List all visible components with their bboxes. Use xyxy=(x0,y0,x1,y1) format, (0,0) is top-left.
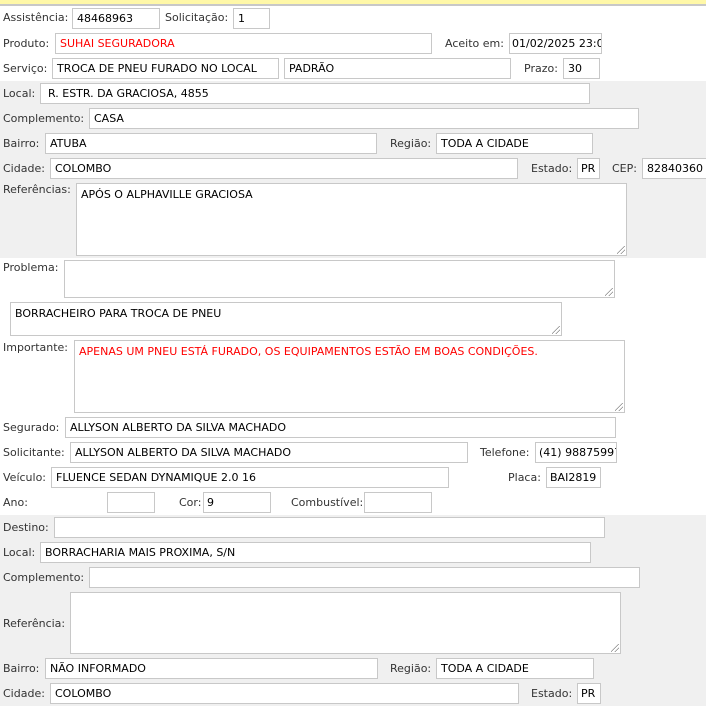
importante-text: APENAS UM PNEU ESTÁ FURADO, OS EQUIPAMEN… xyxy=(79,345,538,358)
servico-tipo-field[interactable]: PADRÃO xyxy=(284,58,511,79)
segurado-label: Segurado: xyxy=(3,421,60,434)
destino-cidade-field[interactable]: COLOMBO xyxy=(50,683,519,704)
destino-regiao-label: Região: xyxy=(390,662,432,675)
combustivel-field[interactable] xyxy=(364,492,432,513)
cor-label: Cor: xyxy=(179,496,202,509)
resize-handle-icon[interactable] xyxy=(611,644,619,652)
destino-local-field[interactable]: BORRACHARIA MAIS PROXIMA, S/N xyxy=(40,542,591,563)
segurado-field[interactable]: ALLYSON ALBERTO DA SILVA MACHADO xyxy=(65,417,616,438)
problema-label: Problema: xyxy=(3,261,59,274)
prazo-field[interactable]: 30 xyxy=(563,58,600,79)
estado-field[interactable]: PR xyxy=(577,158,600,179)
destino-local-label: Local: xyxy=(3,546,36,559)
solicitacao-field[interactable]: 1 xyxy=(233,8,270,29)
importante-label: Importante: xyxy=(3,341,69,354)
resize-handle-icon[interactable] xyxy=(617,246,625,254)
destino-regiao-field[interactable]: TODA A CIDADE xyxy=(436,658,594,679)
problema-textarea[interactable] xyxy=(64,260,615,298)
bairro-label: Bairro: xyxy=(3,137,40,150)
resize-handle-icon[interactable] xyxy=(615,403,623,411)
cep-label: CEP: xyxy=(612,162,637,175)
bairro-field[interactable]: ATUBA xyxy=(45,133,377,154)
regiao-label: Região: xyxy=(390,137,432,150)
destino-referencia-textarea[interactable] xyxy=(70,592,621,654)
destino-complemento-label: Complemento: xyxy=(3,571,85,584)
destino-referencia-label: Referência: xyxy=(3,617,66,630)
produto-field[interactable]: SUHAI SEGURADORA xyxy=(55,33,432,54)
local-label: Local: xyxy=(3,87,36,100)
importante-textarea[interactable]: APENAS UM PNEU ESTÁ FURADO, OS EQUIPAMEN… xyxy=(74,340,625,413)
destino-estado-field[interactable]: PR xyxy=(577,683,601,704)
descricao-text: BORRACHEIRO PARA TROCA DE PNEU xyxy=(15,307,222,320)
referencias-label: Referências: xyxy=(3,183,71,196)
local-field[interactable]: R. ESTR. DA GRACIOSA, 4855 xyxy=(40,83,590,104)
referencias-text: APÓS O ALPHAVILLE GRACIOSA xyxy=(81,188,253,201)
servico-label: Serviço: xyxy=(3,62,48,75)
aceito-em-label: Aceito em: xyxy=(445,37,504,50)
top-status-bar xyxy=(0,0,706,6)
produto-label: Produto: xyxy=(3,37,50,50)
veiculo-label: Veículo: xyxy=(3,471,47,484)
cidade-field[interactable]: COLOMBO xyxy=(50,158,518,179)
estado-label: Estado: xyxy=(531,162,573,175)
aceito-em-field[interactable]: 01/02/2025 23:07 xyxy=(509,33,602,54)
telefone-label: Telefone: xyxy=(480,446,530,459)
destino-cidade-label: Cidade: xyxy=(3,687,45,700)
resize-handle-icon[interactable] xyxy=(605,288,613,296)
telefone-field[interactable]: (41) 988759975 xyxy=(535,442,617,463)
destino-complemento-field[interactable] xyxy=(89,567,640,588)
ano-field[interactable] xyxy=(107,492,155,513)
assistencia-label: Assistência: xyxy=(3,11,69,24)
servico-field[interactable]: TROCA DE PNEU FURADO NO LOCAL xyxy=(52,58,279,79)
prazo-label: Prazo: xyxy=(524,62,558,75)
destino-estado-label: Estado: xyxy=(531,687,573,700)
destino-bairro-field[interactable]: NÃO INFORMADO xyxy=(45,658,378,679)
destino-bairro-label: Bairro: xyxy=(3,662,40,675)
destino-field[interactable] xyxy=(54,517,605,538)
solicitante-label: Solicitante: xyxy=(3,446,65,459)
complemento-field[interactable]: CASA xyxy=(89,108,639,129)
solicitante-field[interactable]: ALLYSON ALBERTO DA SILVA MACHADO xyxy=(70,442,468,463)
placa-field[interactable]: BAI2819 xyxy=(546,467,601,488)
resize-handle-icon[interactable] xyxy=(552,326,560,334)
destino-label: Destino: xyxy=(3,521,49,534)
regiao-field[interactable]: TODA A CIDADE xyxy=(436,133,593,154)
veiculo-field[interactable]: FLUENCE SEDAN DYNAMIQUE 2.0 16 xyxy=(51,467,449,488)
solicitacao-label: Solicitação: xyxy=(165,11,229,24)
assistencia-field[interactable]: 48468963 xyxy=(72,8,160,29)
referencias-textarea[interactable]: APÓS O ALPHAVILLE GRACIOSA xyxy=(76,183,627,256)
cidade-label: Cidade: xyxy=(3,162,45,175)
cor-field[interactable]: 9 xyxy=(203,492,271,513)
descricao-textarea[interactable]: BORRACHEIRO PARA TROCA DE PNEU xyxy=(10,302,562,336)
placa-label: Placa: xyxy=(508,471,541,484)
ano-label: Ano: xyxy=(3,496,28,509)
complemento-label: Complemento: xyxy=(3,112,85,125)
combustivel-label: Combustível: xyxy=(291,496,364,509)
cep-field[interactable]: 82840360 xyxy=(642,158,706,179)
